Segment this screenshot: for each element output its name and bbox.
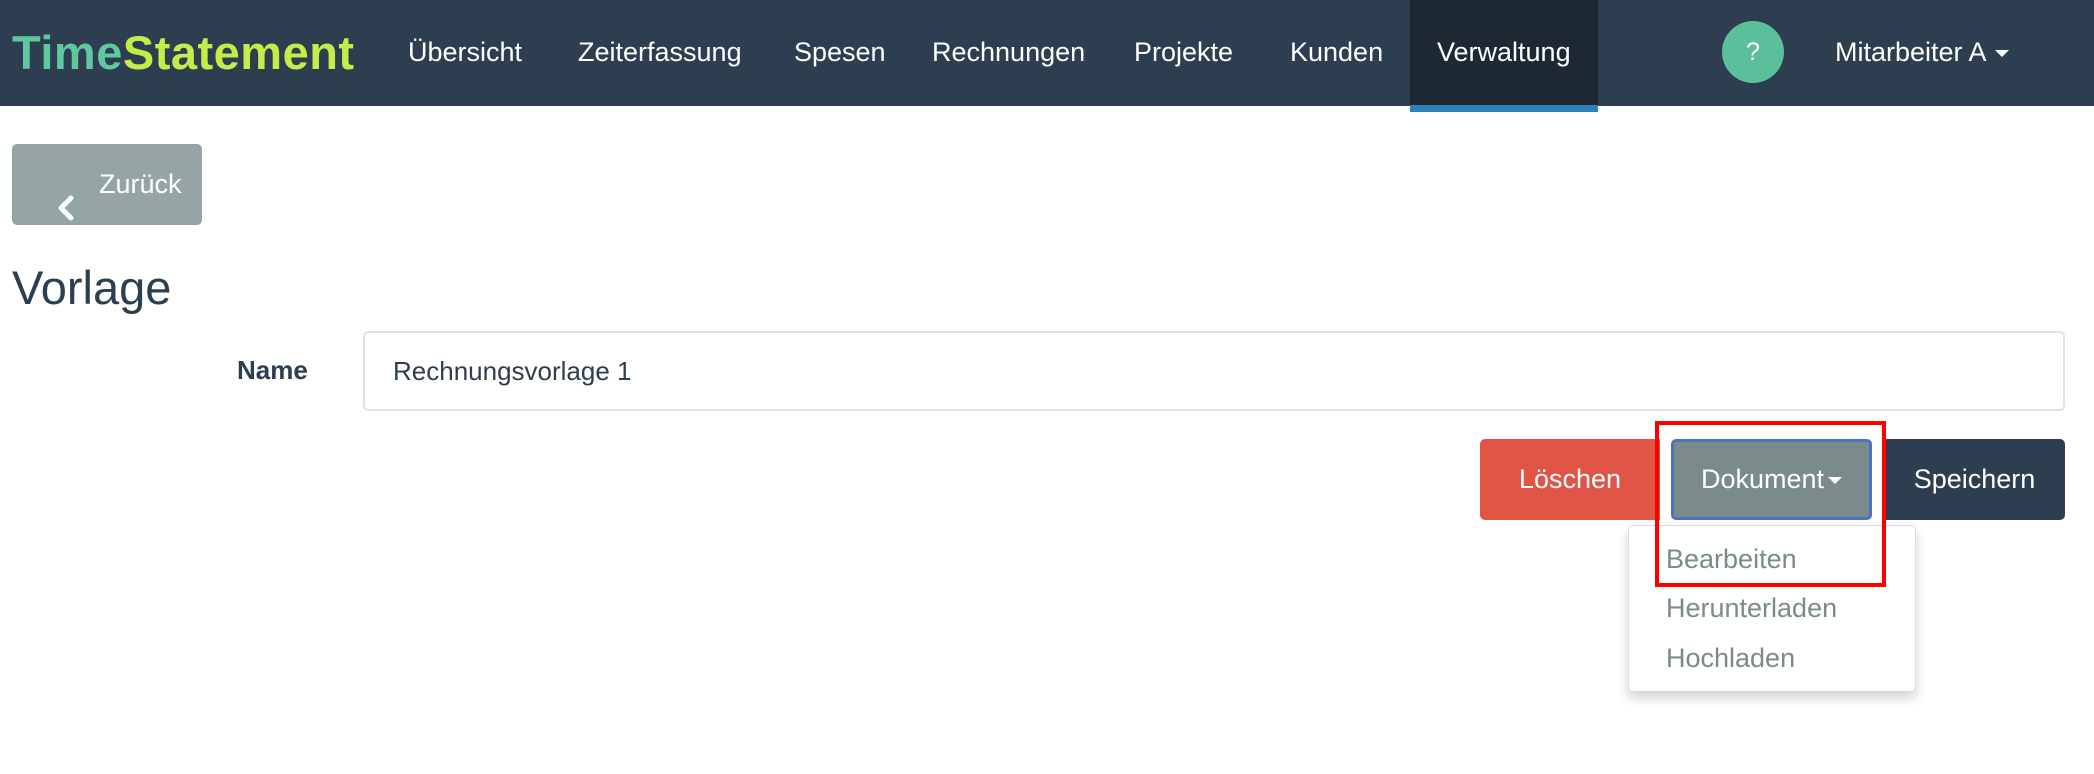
caret-down-icon	[1994, 50, 2009, 58]
nav-item-zeiterfassung[interactable]: Zeiterfassung	[578, 0, 742, 106]
brand-logo-statement: Statement	[122, 26, 355, 79]
name-label: Name	[237, 355, 308, 385]
menu-item-hochladen[interactable]: Hochladen	[1666, 640, 1795, 676]
nav-item-rechnungen[interactable]: Rechnungen	[932, 0, 1085, 106]
nav-item-kunden[interactable]: Kunden	[1290, 0, 1383, 106]
user-menu[interactable]: Mitarbeiter A	[1835, 0, 2009, 106]
save-button[interactable]: Speichern	[1884, 439, 2065, 520]
nav-item-verwaltung[interactable]: Verwaltung	[1410, 0, 1598, 112]
nav-item-spesen[interactable]: Spesen	[794, 0, 886, 106]
delete-button[interactable]: Löschen	[1480, 439, 1660, 520]
document-dropdown-button[interactable]: Dokument	[1671, 439, 1872, 520]
help-button[interactable]: ?	[1722, 21, 1784, 83]
menu-item-herunterladen[interactable]: Herunterladen	[1666, 590, 1837, 626]
nav-item-projekte[interactable]: Projekte	[1134, 0, 1233, 106]
document-button-label: Dokument	[1700, 464, 1825, 494]
caret-down-icon	[1828, 477, 1843, 485]
menu-item-bearbeiten[interactable]: Bearbeiten	[1666, 541, 1797, 577]
back-button[interactable]: Zurück	[12, 144, 202, 225]
document-dropdown-menu: Bearbeiten Herunterladen Hochladen	[1628, 525, 1916, 692]
chevron-left-icon	[56, 172, 76, 253]
brand-logo-time: Time	[12, 26, 123, 79]
top-navbar: TimeStatement Übersicht Zeiterfassung Sp…	[0, 0, 2094, 112]
page-title: Vorlage	[12, 261, 172, 314]
user-menu-label: Mitarbeiter A	[1835, 37, 1987, 67]
nav-item-uebersicht[interactable]: Übersicht	[408, 0, 522, 106]
back-button-label: Zurück	[99, 169, 182, 199]
brand-logo[interactable]: TimeStatement	[12, 0, 355, 106]
name-input[interactable]	[363, 331, 2065, 411]
